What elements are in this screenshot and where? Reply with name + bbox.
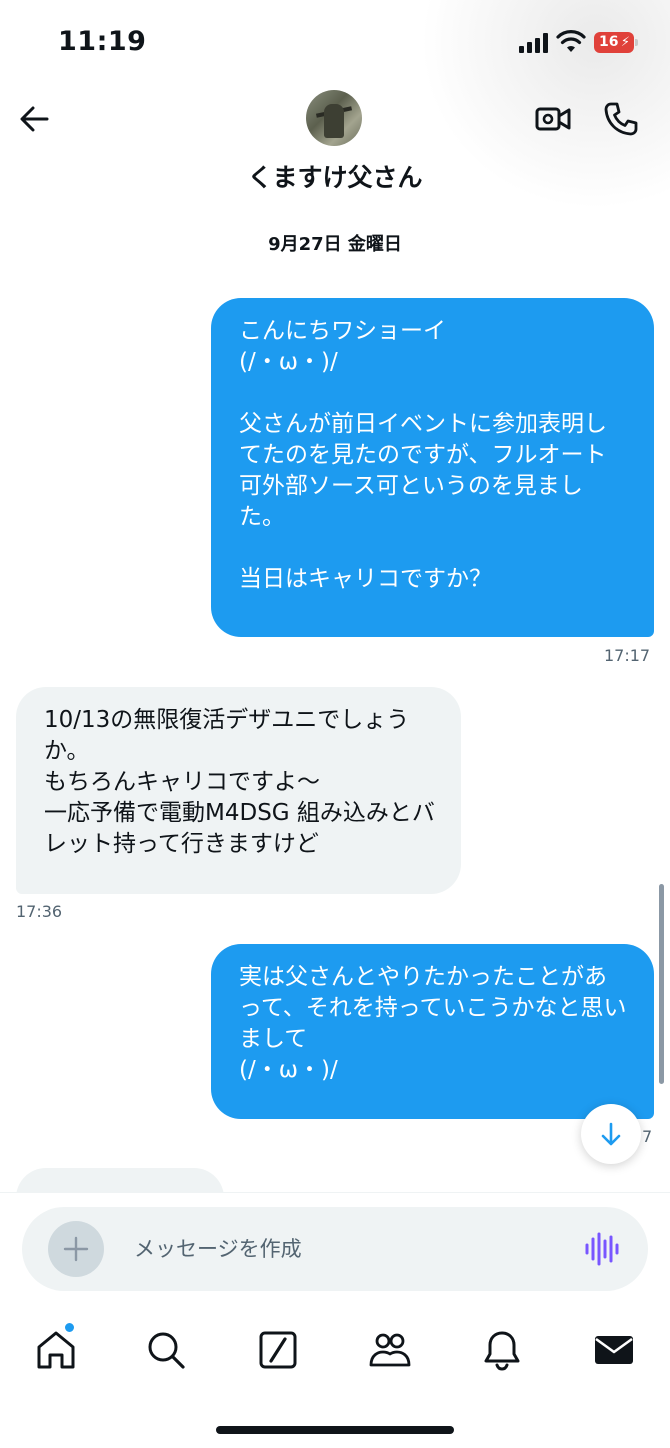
plus-icon (63, 1236, 89, 1262)
status-bar: 11:19 16 ⚡ (0, 0, 670, 86)
scroll-to-bottom-button[interactable] (581, 1104, 641, 1164)
message-input[interactable] (134, 1231, 554, 1267)
conversation-header: くますけ父さん (0, 86, 670, 196)
search-icon (148, 1332, 185, 1369)
tab-messages[interactable] (592, 1328, 636, 1372)
tab-communities[interactable] (368, 1328, 412, 1372)
arrow-down-icon (601, 1122, 621, 1146)
contact-name[interactable]: くますけ父さん (0, 158, 670, 194)
avatar[interactable] (306, 90, 362, 146)
grok-icon (259, 1331, 297, 1369)
scrollbar[interactable] (659, 884, 664, 1084)
sent-message-bubble[interactable]: こんにちワショーイ (/・ω・)/ 父さんが前日イベントに参加表明してたのを見た… (211, 298, 654, 637)
tab-notifications[interactable] (480, 1328, 524, 1372)
phone-icon[interactable] (602, 100, 640, 138)
battery-level: 16 (599, 34, 619, 50)
received-message-bubble[interactable]: 10/13の無限復活デザユニでしょうか。 もちろんキャリコですよ～ 一応予備で電… (16, 687, 461, 894)
video-call-icon[interactable] (534, 100, 572, 138)
home-indicator[interactable] (216, 1426, 454, 1434)
battery-indicator: 16 ⚡ (594, 32, 638, 53)
message-timestamp: 17:17 (604, 646, 651, 665)
tab-home[interactable] (34, 1322, 78, 1372)
voice-waveform-icon[interactable] (582, 1229, 622, 1269)
back-arrow-icon[interactable] (16, 100, 54, 138)
bottom-panel (0, 1192, 670, 1448)
status-time: 11:19 (58, 26, 147, 57)
tab-search[interactable] (144, 1328, 188, 1372)
wifi-icon (556, 30, 586, 52)
cellular-signal-icon (519, 33, 549, 53)
message-timestamp: 17:36 (16, 902, 63, 921)
message-composer (22, 1207, 648, 1291)
add-media-button[interactable] (48, 1221, 104, 1277)
notification-dot (64, 1322, 75, 1333)
sent-message-bubble[interactable]: 実は父さんとやりたかったことがあって、それを持っていこうかなと思いまして (/・… (211, 944, 654, 1119)
bell-icon (484, 1331, 520, 1371)
charging-bolt-icon: ⚡ (620, 35, 630, 50)
communities-icon (369, 1333, 411, 1367)
mail-icon (595, 1336, 633, 1364)
tab-grok[interactable] (256, 1328, 300, 1372)
bottom-tab-bar (0, 1322, 670, 1382)
home-icon (37, 1331, 75, 1369)
message-timestamp: 7 (642, 1127, 653, 1146)
date-separator: 9月27日 金曜日 (268, 234, 402, 255)
